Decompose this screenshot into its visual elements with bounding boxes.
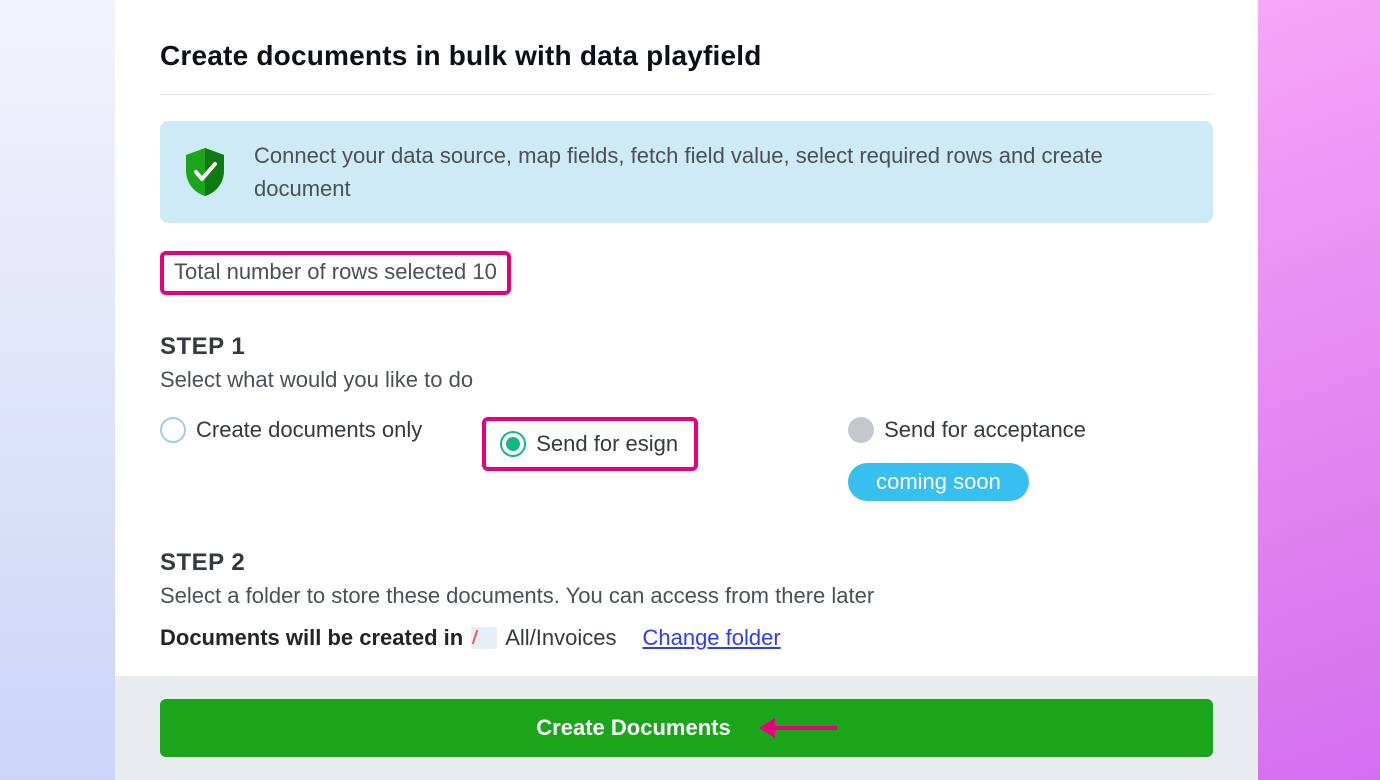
option-label: Create documents only xyxy=(196,417,422,443)
shield-check-icon xyxy=(182,146,228,198)
step-2-label: STEP 2 xyxy=(160,549,1213,577)
folder-destination-line: Documents will be created in All/Invoice… xyxy=(160,625,1213,651)
rows-selected-text: Total number of rows selected 10 xyxy=(174,259,497,284)
bg-gradient-left xyxy=(0,0,115,780)
main-panel: Create documents in bulk with data playf… xyxy=(115,0,1258,780)
step-1-subtitle: Select what would you like to do xyxy=(160,367,1213,393)
option-label: Send for esign xyxy=(536,431,678,457)
content-area: Create documents in bulk with data playf… xyxy=(115,0,1258,651)
step-2-subtitle: Select a folder to store these documents… xyxy=(160,583,1213,609)
option-send-for-esign[interactable]: Send for esign xyxy=(500,431,678,457)
create-documents-button[interactable]: Create Documents xyxy=(160,699,1213,757)
step-1-block: STEP 1 Select what would you like to do … xyxy=(160,333,1213,501)
folder-path: All/Invoices xyxy=(505,625,616,651)
option-send-for-acceptance: Send for acceptance coming soon xyxy=(848,417,1086,501)
step-1-label: STEP 1 xyxy=(160,333,1213,361)
radio-icon xyxy=(848,417,874,443)
option-label: Send for acceptance xyxy=(884,417,1086,443)
radio-icon xyxy=(500,431,526,457)
change-folder-link[interactable]: Change folder xyxy=(642,625,780,651)
create-documents-label: Create Documents xyxy=(536,715,730,741)
folder-lead-text: Documents will be created in xyxy=(160,625,463,651)
coming-soon-badge: coming soon xyxy=(848,463,1029,501)
step-1-options: Create documents only Send for esign Sen… xyxy=(160,417,1213,501)
annotation-arrow-icon xyxy=(759,721,837,735)
option-create-documents-only[interactable]: Create documents only xyxy=(160,417,422,443)
footer-bar: Create Documents xyxy=(115,676,1258,780)
bg-gradient-right xyxy=(1258,0,1380,780)
info-banner: Connect your data source, map fields, fe… xyxy=(160,121,1213,223)
step-2-block: STEP 2 Select a folder to store these do… xyxy=(160,549,1213,651)
rows-selected-highlight: Total number of rows selected 10 xyxy=(160,251,511,295)
page-title: Create documents in bulk with data playf… xyxy=(160,40,1213,95)
option-send-for-esign-highlight: Send for esign xyxy=(482,417,698,471)
radio-icon xyxy=(160,417,186,443)
folder-icon xyxy=(471,627,497,649)
info-banner-text: Connect your data source, map fields, fe… xyxy=(254,139,1191,205)
